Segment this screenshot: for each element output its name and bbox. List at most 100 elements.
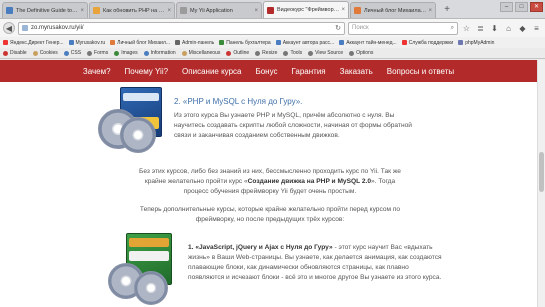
course-2-line: связи и заканчивая созданием собственным… [174,132,340,139]
navigation-bar: ◀ zo.myrusakov.ru/yii/ ↻ Поиск ⌕ ☆ ≣ ⬇ ⌂… [0,19,545,37]
devbar-item[interactable]: Images [114,50,138,56]
nav-link-guarantee[interactable]: Гарантия [292,67,326,76]
menu-icon[interactable]: ≡ [531,23,542,34]
bookmark-icon [219,40,225,45]
bookmark-item[interactable]: Панель бухгалтера [219,40,271,46]
bookmark-label: Яндекс.Директ Генер... [10,39,64,46]
site-identity-icon[interactable] [22,25,28,31]
browser-tab[interactable]: Личный блог Михаила Ру... × [350,2,436,18]
close-tab-icon[interactable]: × [254,8,258,14]
bridge-post: ». Тогда [371,178,396,185]
extra-line: фреймворку, но после предыдущих трёх кур… [195,216,345,223]
search-placeholder: Поиск [352,25,369,31]
page-scrollbar[interactable] [537,60,545,307]
scrollbar-thumb[interactable] [539,152,544,192]
nav-link-description[interactable]: Описание курса [182,67,241,76]
course-2-line: Из этого курса Вы узнаете PHP и MySQL, п… [174,112,395,119]
devbar-label: View Source [315,50,344,56]
bookmark-icon [401,40,407,45]
minimize-button[interactable]: – [500,2,513,12]
download-icon[interactable]: ⬇ [489,23,500,34]
bridge-line: крайне желательно пройти курс «Создание … [120,177,420,187]
browser-tab-active[interactable]: Видеокурс "Фреймворк Yii...× [263,1,349,18]
devbar-icon [349,50,355,56]
tab-title: Личный блог Михаила Ру... [364,7,427,14]
address-bar[interactable]: zo.myrusakov.ru/yii/ ↻ [18,21,345,35]
course-2-title: 2. «PHP и MySQL с Нуля до Гуру». [174,97,303,106]
bookmark-item[interactable]: Личный блог Михаил... [110,40,170,46]
url-text: zo.myrusakov.ru/yii/ [31,25,84,31]
site-navigation: Зачем? Почему Yii? Описание курса Бонус … [0,60,537,82]
search-icon[interactable]: ⌕ [451,25,454,32]
devbar-label: Forms [94,50,109,56]
home-icon[interactable]: ⌂ [503,23,514,34]
bookmark-icon [458,40,464,45]
bookmark-label: Личный блог Михаил... [117,39,171,46]
course-box-label [129,251,169,261]
close-tab-icon[interactable]: × [80,8,84,14]
bookmark-icon [275,40,281,45]
devbar-item[interactable]: Forms [87,50,108,56]
devbar-label: Images [121,50,138,56]
nav-link-bonus[interactable]: Бонус [255,67,277,76]
new-tab-button[interactable]: + [440,3,454,17]
devbar-icon [143,50,149,56]
nav-link-why-yii[interactable]: Почему Yii? [125,67,169,76]
nav-link-faq[interactable]: Вопросы и ответы [387,67,454,76]
bookmark-item[interactable]: Служба поддержки [401,39,454,46]
nav-link-order[interactable]: Заказать [340,67,373,76]
devbar-item[interactable]: Options [349,50,373,56]
course-box-stripe [123,93,159,101]
reading-list-icon[interactable]: ≣ [475,23,486,34]
devbar-item[interactable]: View Source [308,50,343,56]
devbar-icon [226,50,232,56]
devbar-item[interactable]: Miscellaneous [181,50,220,56]
tab-favicon [354,7,361,14]
page-viewport: Зачем? Почему Yii? Описание курса Бонус … [0,60,545,307]
bookmark-label: Аккаунт автора расс... [282,39,335,46]
devbar-item[interactable]: Cookies [32,50,58,56]
bookmark-icon [3,40,8,45]
browser-tab[interactable]: The Definitive Guide to Yii ... × [2,2,88,18]
browser-tab[interactable]: Как обновить PHP на Den...× [89,2,175,18]
devbar-item[interactable]: Disable [3,50,27,56]
dvd-disc [134,271,168,305]
bookmark-item[interactable]: Аккаунт автора расс... [275,39,335,46]
devbar-label: Disable [10,50,27,56]
nav-link-why[interactable]: Зачем? [83,67,111,76]
addon-icon[interactable]: ◆ [517,23,528,34]
extra-courses-paragraph: Теперь дополнительные курсы, которые кра… [120,205,420,225]
course-3-description: 1. «JavaScript, jQuery и Ajax с Нуля до … [188,243,443,283]
devbar-icon [3,50,8,56]
maximize-button[interactable]: □ [515,2,528,12]
search-input[interactable]: Поиск ⌕ [348,21,458,35]
engine-course-link: Создание движка на PHP и MySQL 2.0 [247,178,372,185]
bookmark-item[interactable]: Myrusakov.ru [68,40,105,46]
bookmark-star-icon[interactable]: ☆ [461,23,472,34]
devbar-icon [255,50,261,56]
bookmark-item[interactable]: Admin-панель [175,40,214,46]
close-window-button[interactable]: ✕ [530,2,543,12]
devbar-item[interactable]: Resize [255,50,277,56]
back-button-icon[interactable]: ◀ [3,22,15,34]
reload-icon[interactable]: ↻ [335,24,341,32]
javascript-course-image [108,233,180,305]
web-developer-toolbar: Disable Cookies CSS Forms Images Informa… [0,48,545,59]
bookmark-label: Служба поддержки [408,39,454,46]
bookmark-item[interactable]: Аккаунт тайн-менед... [339,40,397,46]
bookmark-item[interactable]: phpMyAdmin [458,40,494,46]
close-tab-icon[interactable]: × [167,8,171,14]
close-tab-icon[interactable]: × [428,8,432,14]
devbar-item[interactable]: Information [143,50,176,56]
tab-title: My Yii Application [190,7,233,14]
bookmark-item[interactable]: Яндекс.Директ Генер... [3,40,64,46]
browser-tab[interactable]: My Yii Application × [176,2,262,18]
bridge-paragraph: Без этих курсов, либо без знаний из них,… [120,167,420,197]
devbar-item[interactable]: CSS [63,50,81,56]
devbar-item[interactable]: Tools [283,50,302,56]
bookmark-label: Admin-панель [182,39,215,46]
bookmark-icon [175,40,181,45]
devbar-item[interactable]: Outline [226,50,249,56]
course-3-title: 1. «JavaScript, jQuery и Ajax с Нуля до … [188,244,333,251]
close-tab-icon[interactable]: × [341,7,345,13]
